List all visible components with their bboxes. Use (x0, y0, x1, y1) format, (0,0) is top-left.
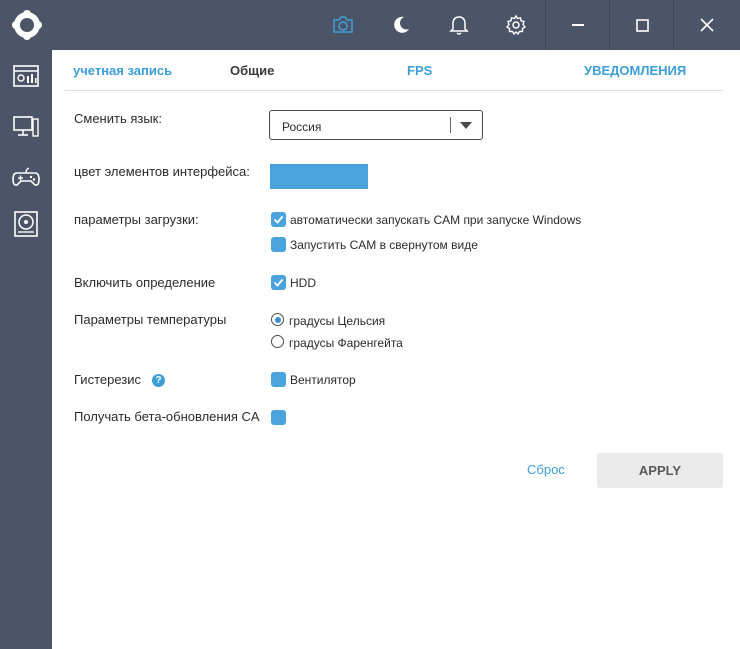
app-logo-icon[interactable] (11, 9, 43, 41)
fahrenheit-radio[interactable] (271, 335, 284, 348)
startup-label: параметры загрузки: (74, 212, 199, 227)
close-button[interactable] (674, 0, 740, 50)
tab-fps[interactable]: FPS (407, 63, 432, 78)
sidebar (0, 0, 52, 649)
fan-checkbox[interactable] (271, 372, 286, 387)
celsius-radio[interactable] (271, 313, 284, 326)
close-icon (700, 18, 714, 32)
language-label: Сменить язык: (74, 111, 162, 126)
language-value: Россия (282, 120, 322, 134)
ui-color-label: цвет элементов интерфейса: (74, 164, 250, 179)
title-bar (52, 0, 740, 50)
tab-notifications[interactable]: УВЕДОМЛЕНИЯ (584, 63, 686, 78)
tab-account[interactable]: учетная запись (73, 63, 172, 78)
dashboard-icon[interactable] (12, 63, 40, 91)
checkmark-icon (273, 278, 284, 287)
help-icon[interactable]: ? (152, 374, 165, 387)
gear-icon[interactable] (505, 14, 527, 36)
apply-button[interactable]: APPLY (597, 453, 723, 488)
camera-icon[interactable] (332, 14, 354, 36)
gamepad-icon[interactable] (12, 163, 40, 191)
storage-icon[interactable] (12, 210, 40, 238)
hysteresis-label: Гистерезис (74, 372, 142, 387)
start-minimized-option-label: Запустить CAM в свернутом виде (290, 238, 478, 252)
language-select[interactable]: Россия (269, 110, 483, 140)
minimize-button[interactable] (545, 0, 611, 50)
maximize-icon (636, 19, 649, 32)
beta-updates-checkbox[interactable] (271, 410, 286, 425)
tab-general[interactable]: Общие (230, 63, 274, 78)
ui-color-swatch[interactable] (270, 164, 368, 189)
start-minimized-checkbox[interactable] (271, 237, 286, 252)
maximize-button[interactable] (609, 0, 675, 50)
fahrenheit-option-label: градусы Фаренгейта (289, 336, 403, 350)
chevron-down-icon[interactable] (460, 122, 472, 129)
celsius-option-label: градусы Цельсия (289, 314, 386, 328)
fan-option-label: Вентилятор (290, 373, 356, 387)
bell-icon[interactable] (448, 14, 470, 36)
beta-updates-label: Получать бета-обновления CA (74, 409, 260, 424)
minimize-icon (572, 24, 584, 26)
moon-icon[interactable] (390, 14, 412, 36)
hdd-option-label: HDD (290, 276, 316, 290)
reset-button[interactable]: Сброс (527, 462, 565, 477)
temperature-label: Параметры температуры (74, 312, 227, 327)
tab-divider (65, 90, 723, 91)
select-separator (450, 117, 451, 133)
detection-label: Включить определение (74, 275, 216, 290)
checkmark-icon (273, 215, 284, 224)
radio-selected-dot (274, 316, 281, 323)
hdd-checkbox[interactable] (271, 275, 286, 290)
autostart-checkbox[interactable] (271, 212, 286, 227)
monitor-icon[interactable] (12, 113, 40, 141)
autostart-option-label: автоматически запускать CAM при запуске … (290, 213, 582, 227)
